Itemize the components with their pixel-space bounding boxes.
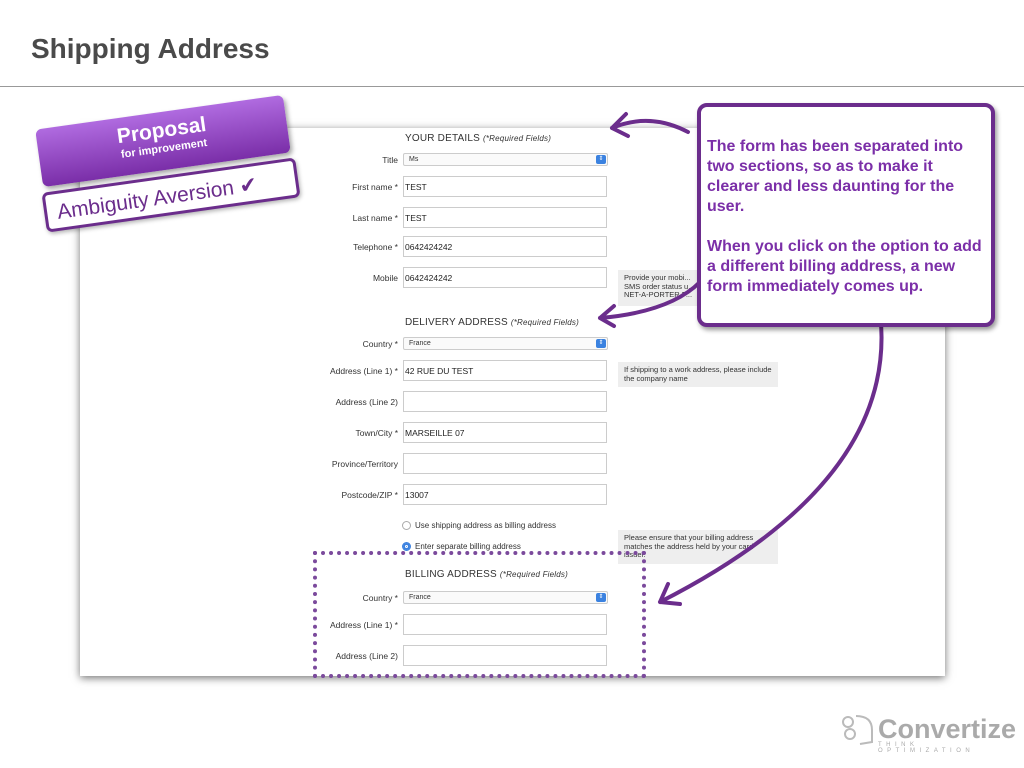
arrow-to-details xyxy=(610,112,690,138)
callout-text-1: The form has been separated into two sec… xyxy=(707,138,964,215)
callout-text-2: When you click on the option to add a di… xyxy=(707,238,982,295)
gear-head-icon xyxy=(842,715,873,745)
explanation-callout: The form has been separated into two sec… xyxy=(697,103,995,327)
arrow-to-delivery xyxy=(598,280,702,328)
convertize-logo: Convertize THINK OPTIMIZATION xyxy=(838,712,1017,754)
logo-tagline: THINK OPTIMIZATION xyxy=(878,742,975,754)
arrow-to-billing xyxy=(658,310,884,606)
logo-name: Convertize xyxy=(878,713,1017,744)
